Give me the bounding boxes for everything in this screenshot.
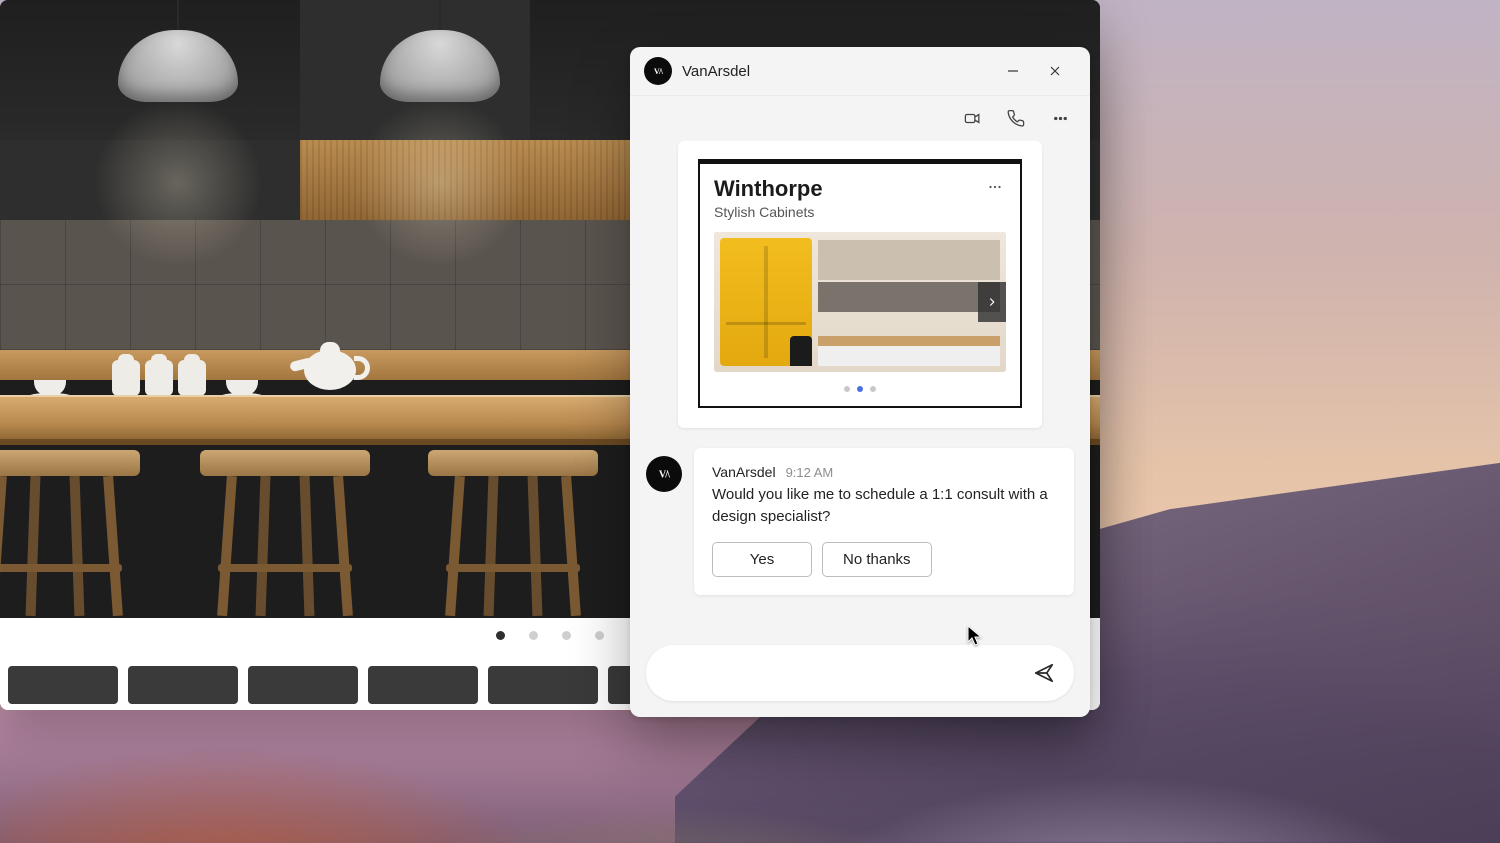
gallery-thumb[interactable] [248, 666, 358, 704]
close-button[interactable] [1034, 51, 1076, 91]
svg-text:V/\: V/\ [654, 67, 664, 76]
gallery-dot[interactable] [562, 631, 571, 640]
video-call-button[interactable] [952, 101, 992, 137]
svg-text:V/\: V/\ [659, 470, 670, 481]
card-title: Winthorpe [714, 176, 823, 202]
gallery-dot[interactable] [529, 631, 538, 640]
gallery-thumb[interactable] [368, 666, 478, 704]
gallery-thumb[interactable] [488, 666, 598, 704]
minimize-button[interactable] [992, 51, 1034, 91]
gallery-dot[interactable] [595, 631, 604, 640]
card-pager-dot[interactable] [857, 386, 863, 392]
send-button[interactable] [1024, 653, 1064, 693]
card-pager-dot[interactable] [870, 386, 876, 392]
compose-input[interactable] [668, 665, 1024, 682]
reply-yes-button[interactable]: Yes [712, 542, 812, 577]
compose-bar[interactable] [646, 645, 1074, 701]
chat-body: Winthorpe Stylish Cabinets [630, 141, 1090, 635]
more-actions-button[interactable] [1040, 101, 1080, 137]
message-text: Would you like me to schedule a 1:1 cons… [712, 484, 1056, 528]
gallery-thumb[interactable] [8, 666, 118, 704]
card-image[interactable] [714, 232, 1006, 372]
reply-no-button[interactable]: No thanks [822, 542, 932, 577]
card-more-button[interactable] [984, 176, 1006, 203]
chat-action-bar [630, 95, 1090, 141]
chat-title: VanArsdel [682, 63, 750, 80]
gallery-thumb[interactable] [128, 666, 238, 704]
audio-call-button[interactable] [996, 101, 1036, 137]
message-time: 9:12 AM [786, 465, 834, 480]
card-pager[interactable] [714, 386, 1006, 392]
sender-avatar: V/\ [646, 456, 682, 492]
chat-window: V/\ VanArsdel Winthorpe Stylis [630, 47, 1090, 717]
brand-logo: V/\ [644, 57, 672, 85]
chat-titlebar: V/\ VanArsdel [630, 47, 1090, 95]
gallery-dot[interactable] [496, 631, 505, 640]
message-sender: VanArsdel [712, 464, 776, 480]
card-subtitle: Stylish Cabinets [714, 204, 823, 220]
card-pager-dot[interactable] [844, 386, 850, 392]
product-card: Winthorpe Stylish Cabinets [678, 141, 1042, 428]
chat-message: V/\ VanArsdel 9:12 AM Would you like me … [694, 448, 1074, 595]
card-next-button[interactable] [978, 282, 1006, 322]
